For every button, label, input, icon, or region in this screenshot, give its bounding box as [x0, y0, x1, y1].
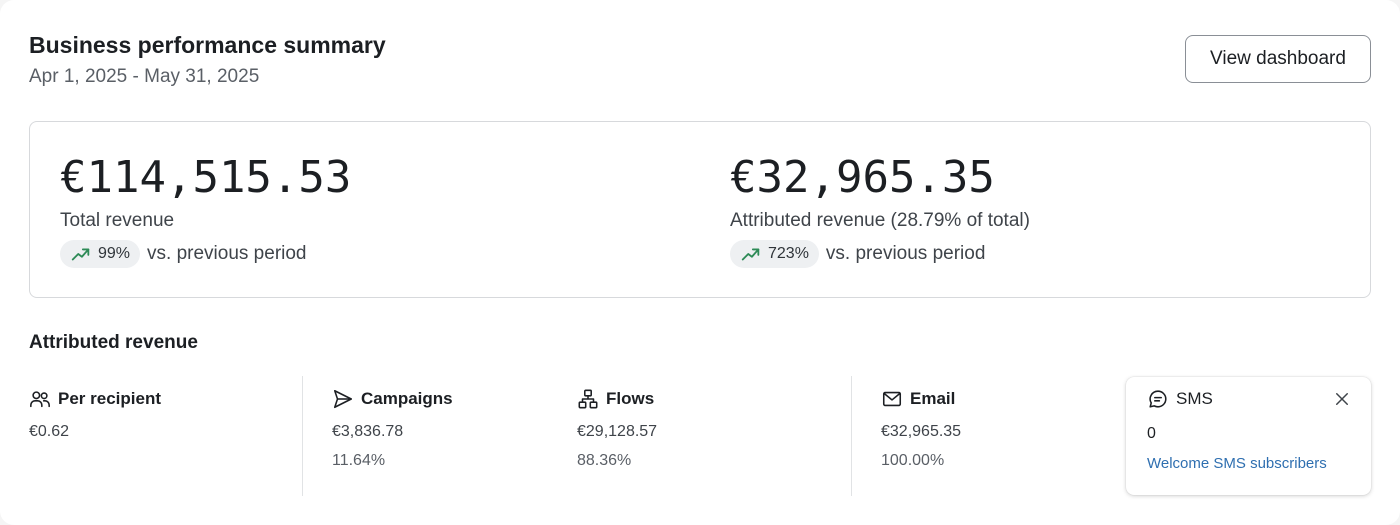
total-revenue-change-badge: 99% — [60, 240, 141, 268]
stat-label: Flows — [606, 389, 655, 408]
stat-flows: Flows €29,128.57 88.36% — [577, 386, 657, 470]
divider — [851, 376, 852, 496]
attributed-revenue-metric: €32,965.35 Attributed revenue (28.79% of… — [730, 152, 1030, 268]
close-button[interactable] — [1330, 387, 1354, 411]
message-icon — [1149, 390, 1167, 408]
total-revenue-label: Total revenue — [60, 210, 175, 231]
stat-value: €29,128.57 — [577, 423, 658, 440]
total-revenue-comparison: vs. previous period — [147, 243, 307, 264]
performance-summary-card: Business performance summary Apr 1, 2025… — [0, 0, 1400, 525]
flow-icon — [578, 389, 598, 409]
attributed-revenue-value: €32,965.35 — [730, 152, 995, 203]
stat-campaigns: Campaigns €3,836.78 11.64% — [332, 386, 453, 470]
total-revenue-value: €114,515.53 — [60, 152, 352, 203]
users-icon — [30, 391, 50, 408]
sms-card: SMS 0 Welcome SMS subscribers — [1126, 377, 1371, 495]
stat-value: €3,836.78 — [332, 423, 404, 440]
page-title: Business performance summary — [29, 32, 386, 58]
stat-label: Per recipient — [58, 389, 161, 408]
trending-up-icon — [71, 248, 90, 261]
stat-percent: 100.00% — [881, 452, 945, 469]
date-range: Apr 1, 2025 - May 31, 2025 — [29, 66, 260, 87]
attributed-revenue-change-badge: 723% — [730, 240, 819, 268]
close-icon — [1336, 393, 1348, 405]
mail-icon — [882, 391, 902, 407]
stat-value: €0.62 — [29, 423, 70, 440]
attributed-revenue-section-title: Attributed revenue — [29, 332, 198, 353]
stat-percent: 11.64% — [332, 452, 386, 469]
stat-value: €32,965.35 — [881, 423, 962, 440]
sms-value: 0 — [1147, 425, 1156, 442]
stat-email: Email €32,965.35 100.00% — [881, 386, 961, 470]
total-revenue-metric: €114,515.53 Total revenue 99% vs. previo… — [60, 152, 351, 268]
sms-label: SMS — [1176, 389, 1213, 408]
view-dashboard-button[interactable]: View dashboard — [1185, 35, 1371, 83]
stat-percent: 88.36% — [577, 452, 632, 469]
welcome-sms-subscribers-link[interactable]: Welcome SMS subscribers — [1147, 455, 1327, 472]
attributed-revenue-label: Attributed revenue (28.79% of total) — [730, 210, 1030, 231]
attributed-revenue-comparison: vs. previous period — [825, 243, 986, 264]
stat-label: Email — [910, 389, 956, 408]
stat-label: Campaigns — [361, 389, 453, 408]
stat-per-recipient: Per recipient €0.62 — [29, 386, 161, 441]
trending-up-icon — [741, 248, 760, 261]
total-revenue-change-value: 99% — [98, 245, 131, 262]
revenue-summary-box: €114,515.53 Total revenue 99% vs. previo… — [29, 121, 1371, 298]
divider — [302, 376, 303, 496]
send-icon — [333, 389, 353, 409]
attributed-revenue-change-value: 723% — [768, 245, 809, 262]
